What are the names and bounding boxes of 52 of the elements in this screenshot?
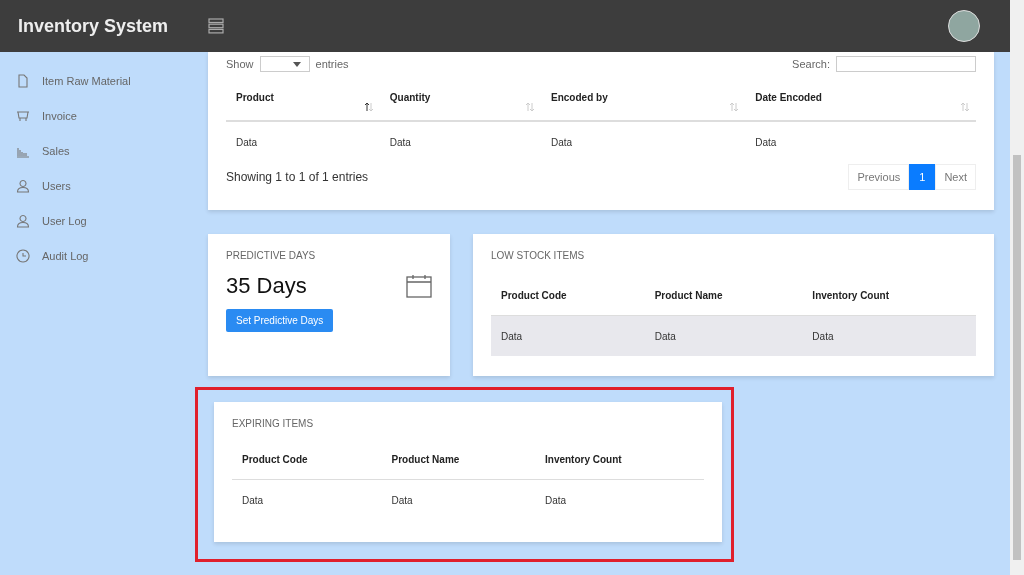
scrollbar[interactable]	[1010, 0, 1024, 575]
entries-info: Showing 1 to 1 of 1 entries	[226, 170, 369, 184]
sidebar-item[interactable]: Item Raw Material	[16, 63, 195, 98]
table-cell: Data	[379, 121, 542, 162]
app-title: Inventory System	[18, 15, 170, 37]
card-title: LOW STOCK ITEMS	[491, 250, 586, 261]
entries-label: entries	[315, 58, 349, 70]
column-header: Inventory Count	[535, 439, 704, 480]
column-header[interactable]: Product	[226, 74, 380, 121]
sidebar-item[interactable]: Sales	[16, 133, 195, 168]
column-header[interactable]: Date Encoded	[745, 74, 976, 121]
table-cell: Data	[802, 315, 976, 356]
search-field[interactable]	[836, 56, 976, 72]
column-header: Product Name	[644, 275, 803, 316]
column-header: Product Code	[491, 275, 645, 316]
sidebar-icon	[16, 178, 30, 193]
column-header: Product Name	[381, 439, 535, 480]
column-header[interactable]: Quantity	[379, 74, 542, 121]
table-cell: Data	[541, 121, 746, 162]
entries-select[interactable]	[259, 56, 310, 72]
sidebar-item[interactable]: Audit Log	[16, 238, 195, 273]
card-title: PREDICTIVE DAYS	[226, 250, 317, 261]
column-header[interactable]: Encoded by	[541, 74, 746, 121]
menu-icon[interactable]	[208, 18, 224, 34]
predictive-days-value: 35 Days	[226, 273, 307, 299]
table-cell: Data	[232, 479, 382, 520]
table-cell: Data	[644, 315, 803, 356]
card-title: EXPIRING ITEMS	[232, 418, 315, 429]
sidebar-item[interactable]: Users	[16, 168, 195, 203]
sidebar-icon	[16, 248, 30, 263]
show-label: Show	[226, 58, 254, 70]
set-predictive-days-button[interactable]: Set Predictive Days	[226, 309, 334, 332]
table-cell: Data	[491, 315, 645, 356]
calendar-icon	[406, 274, 432, 298]
page-button[interactable]: 1	[909, 164, 936, 190]
sidebar-icon	[16, 213, 30, 228]
column-header: Inventory Count	[802, 275, 976, 316]
sidebar-icon	[16, 73, 30, 88]
sidebar-icon	[16, 108, 30, 123]
sidebar-item[interactable]: User Log	[16, 203, 195, 238]
scrollbar-thumb[interactable]	[1013, 155, 1021, 560]
table-cell: Data	[535, 479, 704, 520]
sidebar-item[interactable]: Invoice	[16, 98, 195, 133]
user-avatar[interactable]	[948, 10, 980, 42]
table-cell: Data	[381, 479, 535, 520]
caret-icon	[292, 61, 301, 67]
column-header: Product Code	[232, 439, 382, 480]
table-cell: Data	[226, 121, 380, 162]
search-label: Search:	[792, 58, 830, 70]
table-cell: Data	[745, 121, 976, 162]
page-button[interactable]: Next	[935, 164, 976, 190]
page-button[interactable]: Previous	[848, 164, 910, 190]
